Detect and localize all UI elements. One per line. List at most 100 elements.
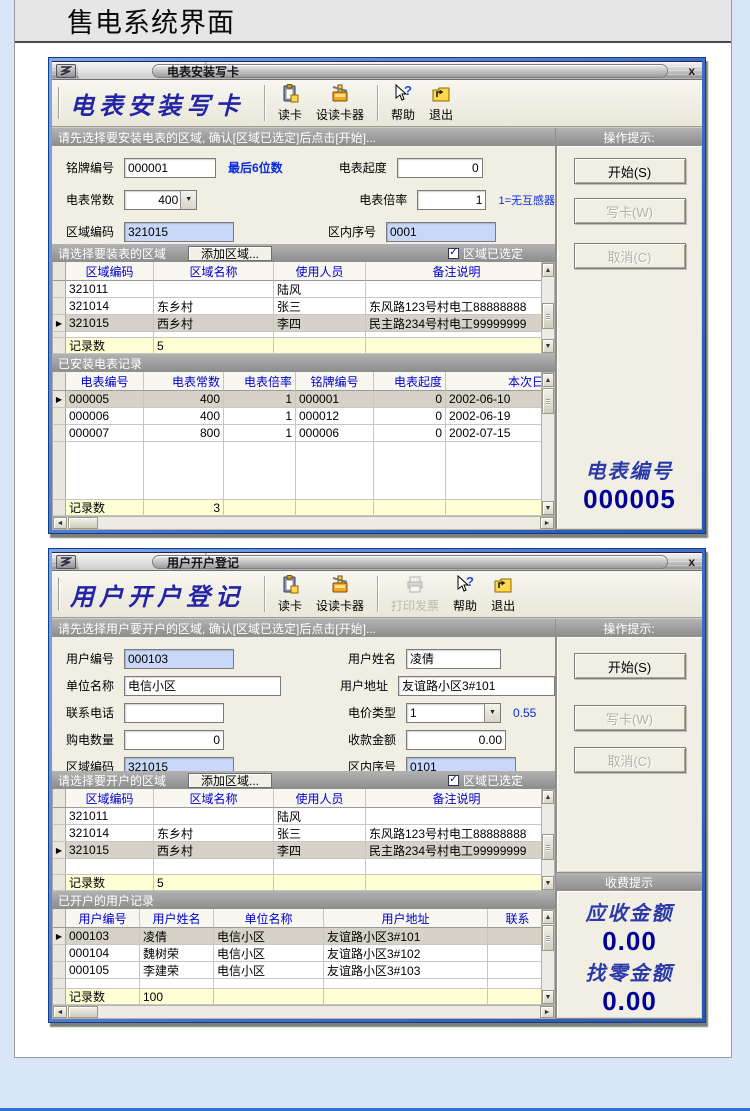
nameplate-label: 铭牌编号 [66, 159, 124, 176]
column-header[interactable]: 使用人员 [274, 789, 366, 808]
table-row[interactable]: 321014东乡村张三东风路123号村电工88888888 [53, 298, 541, 315]
table-row[interactable]: 321011陆风 [53, 808, 541, 825]
setup-reader-button[interactable]: 设读卡器 [316, 574, 364, 614]
read-card-button[interactable]: 读卡 [278, 83, 302, 123]
cancel-button[interactable]: 取消(C) [574, 747, 686, 773]
column-header[interactable]: 用户姓名 [140, 909, 214, 928]
table-row[interactable]: 000006400100001202002-06-19 [53, 408, 541, 425]
column-header[interactable]: 本次日 [446, 372, 541, 391]
table-row[interactable]: 000007800100000602002-07-15 [53, 425, 541, 442]
start-button[interactable]: 开始(S) [574, 653, 686, 679]
scroll-right-button[interactable] [540, 1006, 554, 1018]
table-row[interactable]: 321014东乡村张三东风路123号村电工88888888 [53, 825, 541, 842]
column-header[interactable]: 区域编码 [66, 789, 154, 808]
nameplate-input[interactable]: 000001 [124, 158, 216, 178]
horizontal-scrollbar[interactable] [52, 1005, 555, 1019]
scroll-up-button[interactable] [542, 373, 554, 387]
vertical-scrollbar[interactable] [541, 789, 555, 891]
region-selected-checkbox[interactable] [448, 248, 459, 259]
close-button[interactable]: x [688, 64, 695, 78]
scroll-right-button[interactable] [540, 517, 554, 529]
table-row[interactable]: 321011陆风 [53, 281, 541, 298]
scrollbar-thumb[interactable] [68, 517, 98, 529]
vertical-scrollbar[interactable] [541, 909, 555, 1005]
column-header[interactable]: 电表编号 [66, 372, 144, 391]
region-table: 区域编码区域名称使用人员备注说明321011陆风321014东乡村张三东风路12… [52, 789, 541, 891]
qty-input[interactable]: 0 [124, 730, 224, 750]
scrollbar-thumb[interactable] [68, 1006, 98, 1018]
column-header[interactable]: 铭牌编号 [296, 372, 374, 391]
vertical-scrollbar[interactable] [541, 372, 555, 516]
add-region-button[interactable]: 添加区域... [188, 773, 272, 788]
table-row[interactable]: ▶000103凌倩电信小区友谊路小区3#101 [53, 928, 541, 945]
user-addr-input[interactable]: 友谊路小区3#101 [398, 676, 555, 696]
area-serial-field[interactable]: 0001 [386, 222, 496, 242]
column-header[interactable]: 使用人员 [274, 262, 366, 281]
help-button[interactable]: ? 帮助 [453, 574, 477, 614]
table-row[interactable]: ▶321015西乡村李四民主路234号村电工99999999 [53, 315, 541, 332]
column-header[interactable]: 备注说明 [366, 262, 541, 281]
column-header[interactable]: 电表起度 [374, 372, 446, 391]
scroll-left-button[interactable] [53, 517, 67, 529]
titlebar[interactable]: 电表安装写卡 x [52, 61, 702, 80]
scroll-down-button[interactable] [542, 339, 554, 353]
column-header[interactable]: 联系 [488, 909, 541, 928]
meter-constant-select[interactable]: 400 [124, 190, 197, 210]
table-row[interactable]: ▶000005400100000102002-06-10 [53, 391, 541, 408]
dropdown-button[interactable] [484, 704, 500, 722]
scrollbar-thumb[interactable] [542, 834, 554, 860]
scrollbar-thumb[interactable] [542, 388, 554, 414]
print-invoice-button[interactable]: 打印发票 [391, 574, 439, 614]
horizontal-scrollbar[interactable] [52, 516, 555, 530]
cancel-button[interactable]: 取消(C) [574, 243, 686, 269]
start-button[interactable]: 开始(S) [574, 158, 686, 184]
exit-button[interactable]: 退出 [491, 574, 515, 614]
scrollbar-thumb[interactable] [542, 303, 554, 329]
scroll-down-button[interactable] [542, 876, 554, 890]
column-header[interactable]: 电表倍率 [224, 372, 296, 391]
record-count-label: 记录数 [66, 500, 144, 516]
dropdown-button[interactable] [180, 191, 196, 209]
column-header[interactable]: 单位名称 [214, 909, 324, 928]
write-card-button[interactable]: 写卡(W) [574, 705, 686, 731]
scroll-up-button[interactable] [542, 263, 554, 277]
table-row[interactable]: 000104魏树荣电信小区友谊路小区3#102 [53, 945, 541, 962]
titlebar[interactable]: 用户开户登记 x [52, 552, 702, 571]
help-button[interactable]: ? 帮助 [391, 83, 415, 123]
add-region-button[interactable]: 添加区域... [188, 246, 272, 261]
column-header[interactable]: 用户地址 [324, 909, 488, 928]
close-button[interactable]: x [688, 555, 695, 569]
table-cell: 2002-07-15 [446, 425, 541, 442]
user-no-field[interactable]: 000103 [124, 649, 234, 669]
table-row[interactable]: 000105李建荣电信小区友谊路小区3#103 [53, 962, 541, 979]
vertical-scrollbar[interactable] [541, 262, 555, 354]
region-selected-checkbox[interactable] [448, 775, 459, 786]
read-card-button[interactable]: 读卡 [278, 574, 302, 614]
table-row[interactable]: ▶321015西乡村李四民主路234号村电工99999999 [53, 842, 541, 859]
scroll-down-button[interactable] [542, 990, 554, 1004]
user-no-label: 用户编号 [66, 650, 124, 667]
exit-button[interactable]: 退出 [429, 83, 453, 123]
scroll-down-button[interactable] [542, 501, 554, 515]
column-header[interactable]: 电表常数 [144, 372, 224, 391]
user-name-input[interactable]: 凌倩 [406, 649, 501, 669]
scroll-left-button[interactable] [53, 1006, 67, 1018]
scroll-up-button[interactable] [542, 790, 554, 804]
scroll-up-button[interactable] [542, 910, 554, 924]
column-header[interactable]: 区域名称 [154, 789, 274, 808]
column-header[interactable]: 用户编号 [66, 909, 140, 928]
phone-input[interactable] [124, 703, 224, 723]
unit-name-input[interactable]: 电信小区 [124, 676, 281, 696]
area-code-field[interactable]: 321015 [124, 222, 234, 242]
table-cell: 西乡村 [154, 315, 274, 332]
amount-input[interactable]: 0.00 [406, 730, 506, 750]
price-type-select[interactable]: 1 [406, 703, 501, 723]
scrollbar-thumb[interactable] [542, 925, 554, 951]
column-header[interactable]: 区域名称 [154, 262, 274, 281]
setup-reader-button[interactable]: 设读卡器 [316, 83, 364, 123]
write-card-button[interactable]: 写卡(W) [574, 198, 686, 224]
meter-start-input[interactable]: 0 [397, 158, 483, 178]
meter-ratio-input[interactable]: 1 [417, 190, 486, 210]
column-header[interactable]: 备注说明 [366, 789, 541, 808]
column-header[interactable]: 区域编码 [66, 262, 154, 281]
